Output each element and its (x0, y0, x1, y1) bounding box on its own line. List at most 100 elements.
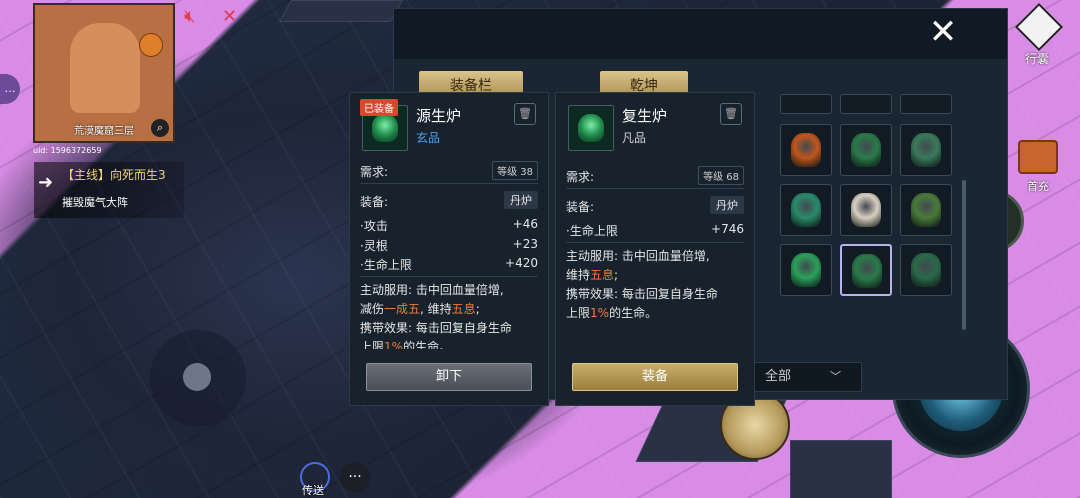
stat-name: ·攻击 (360, 219, 388, 233)
divider (566, 188, 744, 189)
magnify-icon[interactable]: ⌕ (151, 119, 169, 137)
filter-dropdown[interactable]: 全部 ﹀ (740, 362, 862, 392)
item-grade: 凡品 (622, 131, 647, 145)
furnace-icon (372, 114, 398, 142)
wall-segment (790, 440, 892, 498)
mic-muted-icon[interactable]: ✕ (222, 6, 237, 27)
item-icon (911, 133, 941, 167)
minimap[interactable]: 荒漠魔窟三层 ⌕ (33, 3, 175, 143)
desc-text: 上限 (566, 306, 591, 320)
inventory-slot[interactable] (840, 184, 892, 236)
stat-row: ·攻击 +46 (360, 217, 538, 234)
item-icon (911, 253, 941, 287)
item-icon (791, 133, 821, 167)
requirement-row: 需求: 等级 38 (360, 161, 538, 180)
inventory-slot[interactable] (840, 244, 892, 296)
desc-text: 的生命。 (403, 340, 452, 349)
type-tag: 丹炉 (504, 191, 538, 209)
minimap-terrain (70, 23, 140, 113)
movement-joystick[interactable] (150, 330, 246, 426)
unequip-button[interactable]: 卸下 (366, 363, 532, 391)
quest-arrow-icon: ➜ (38, 172, 54, 193)
level-tag: 等级 68 (698, 166, 744, 185)
desc-text: 的生命。 (609, 306, 658, 320)
requirement-label: 需求: (360, 165, 389, 179)
desc-highlight: 五息 (451, 302, 476, 316)
requirement-label: 需求: (566, 170, 595, 184)
desc-text: , 维持 (420, 302, 452, 316)
item-icon (568, 105, 614, 151)
inventory-slot[interactable] (900, 244, 952, 296)
bag-label: 行囊 (1024, 52, 1049, 66)
desc-line: 上限1%的生命。 (566, 304, 744, 323)
item-icon (791, 253, 821, 287)
compare-item-card: 复生炉 凡品 🗑︎ 需求: 等级 68 装备: 丹炉 ·生命上限 +746 主动… (555, 92, 755, 406)
quest-tracker[interactable]: ➜ 【主线】向死而生3 摧毁魔气大阵 (34, 162, 184, 218)
speaker-muted-icon[interactable]: 🔇︎ (184, 6, 195, 27)
desc-line: 维持五息; (566, 266, 744, 285)
furnace-icon (578, 114, 604, 142)
uid-label: uid: 1596372659 (33, 146, 102, 155)
item-name: 源生炉 (416, 107, 462, 125)
stat-row: ·生命上限 +420 (360, 256, 538, 273)
level-tag: 等级 38 (492, 161, 538, 180)
chevron-down-icon: ﹀ (830, 370, 841, 383)
basketball-icon (139, 33, 163, 57)
desc-text: 上限 (360, 340, 385, 349)
stat-value: +420 (505, 256, 538, 270)
item-icon (791, 193, 821, 227)
desc-text: 减伤 (360, 302, 385, 316)
inventory-slot[interactable] (780, 244, 832, 296)
wall-segment (278, 0, 404, 22)
inventory-topbar (394, 9, 1007, 59)
inventory-slot[interactable] (900, 124, 952, 176)
item-name: 复生炉 (622, 107, 668, 125)
inventory-slot[interactable] (900, 94, 952, 114)
inventory-slot[interactable] (840, 124, 892, 176)
inventory-slot[interactable] (900, 184, 952, 236)
stat-name: ·灵根 (360, 239, 388, 253)
desc-highlight: 一成五 (384, 302, 421, 316)
desc-line: 上限1%的生命。 (360, 338, 538, 349)
treasure-chest-icon (1018, 140, 1058, 174)
divider (566, 242, 744, 243)
desc-highlight: 1% (590, 306, 610, 320)
desc-line: 主动服用: 击中回血量倍增, (566, 249, 710, 263)
trash-icon[interactable]: 🗑︎ (514, 103, 536, 125)
desc-text: 维持 (566, 268, 591, 282)
item-icon (911, 193, 941, 227)
requirement-row: 需求: 等级 68 (566, 166, 744, 185)
desc-line: 携带效果: 每击回复自身生命 (566, 287, 718, 301)
bag-button[interactable]: 行囊 (1012, 2, 1064, 68)
bag-icon (1014, 2, 1064, 52)
joystick-knob[interactable] (183, 363, 211, 391)
divider (360, 183, 538, 184)
quest-objective: 摧毁魔气大阵 (62, 196, 128, 209)
desc-highlight: 1% (384, 340, 404, 349)
inventory-slot[interactable] (840, 94, 892, 114)
divider (360, 276, 538, 277)
equip-label: 装备: (360, 195, 389, 209)
inventory-slot[interactable] (780, 94, 832, 114)
equip-button[interactable]: 装备 (572, 363, 738, 391)
quest-title: 【主线】向死而生3 (62, 168, 166, 182)
trash-icon[interactable]: 🗑︎ (720, 103, 742, 125)
type-tag: 丹炉 (710, 196, 744, 214)
item-grade: 玄品 (416, 131, 441, 145)
stat-row: ·灵根 +23 (360, 237, 538, 254)
stat-value: +746 (711, 222, 744, 236)
equipped-badge: 已装备 (360, 99, 398, 116)
first-recharge-label: 首充 (1027, 180, 1049, 193)
desc-text: ; (475, 302, 480, 316)
desc-highlight: 五息 (590, 268, 615, 282)
equip-type-row: 装备: 丹炉 (566, 196, 744, 215)
stat-row: ·生命上限 +746 (566, 222, 744, 239)
chat-button[interactable]: ··· (340, 462, 370, 492)
desc-line: 携带效果: 每击回复自身生命 (360, 321, 512, 335)
inventory-slot[interactable] (780, 124, 832, 176)
first-recharge-button[interactable]: 首充 (1016, 140, 1060, 194)
stat-name: ·生命上限 (566, 224, 618, 238)
inventory-slot[interactable] (780, 184, 832, 236)
inventory-scrollbar[interactable] (962, 180, 966, 330)
close-icon[interactable]: ✕ (925, 14, 961, 50)
